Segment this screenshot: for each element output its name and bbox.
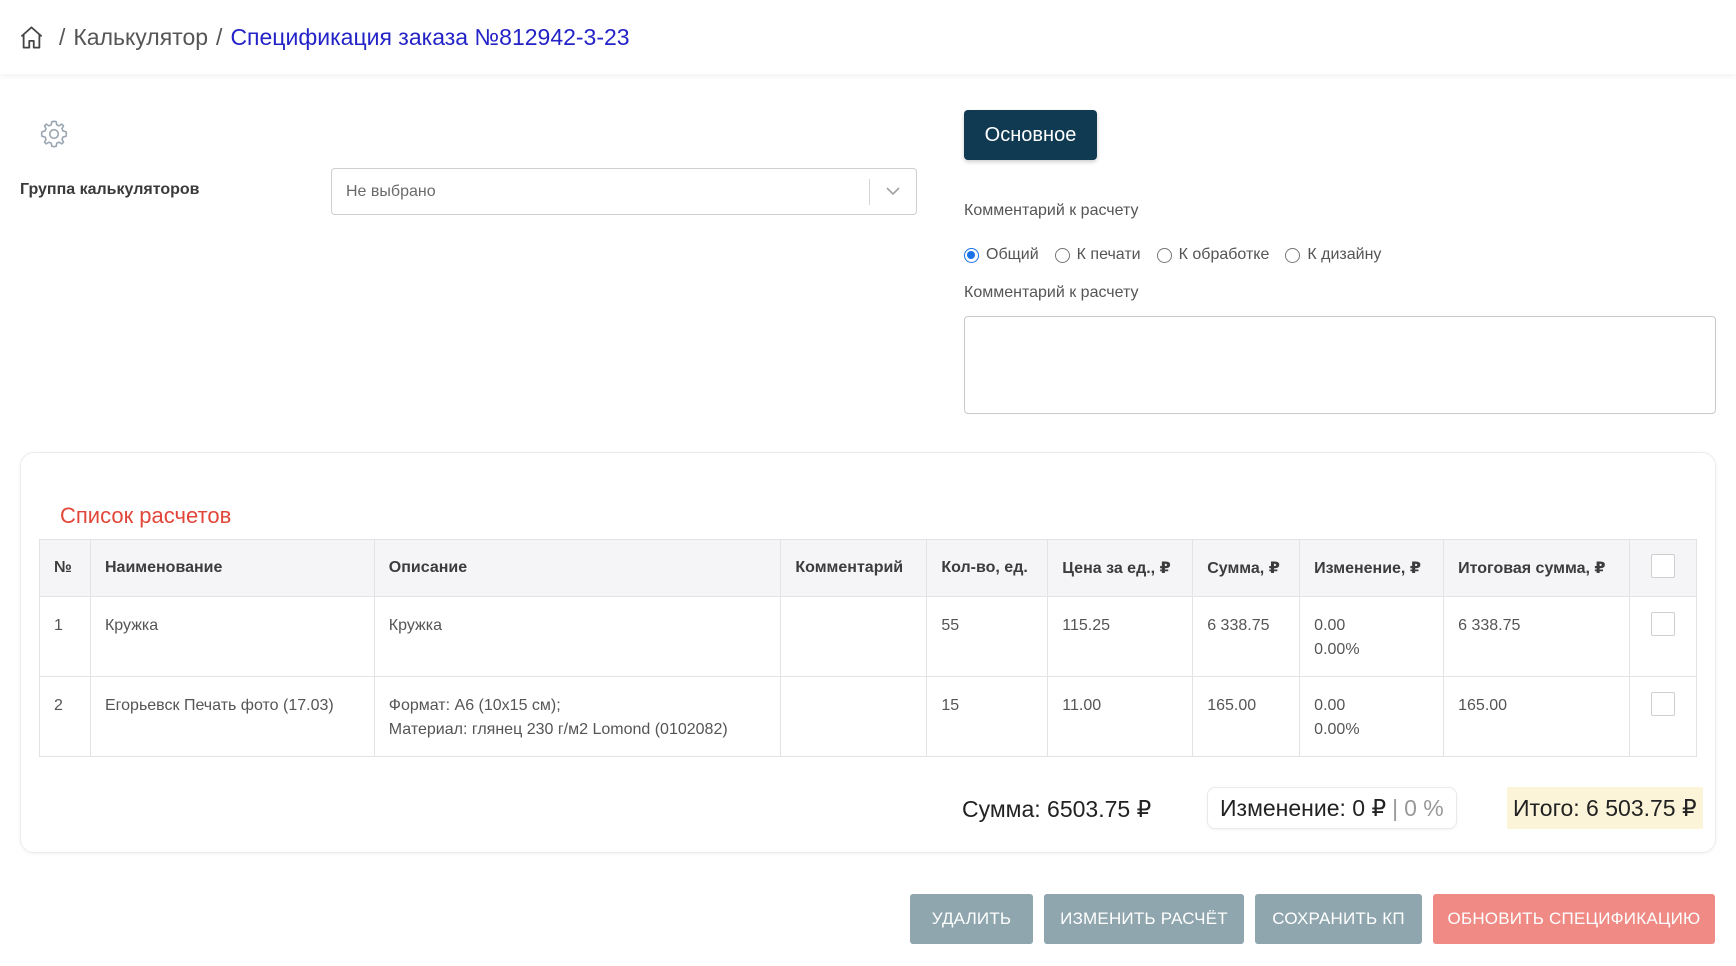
- cell-total: 165.00: [1443, 676, 1630, 757]
- radio-button[interactable]: [1054, 247, 1070, 263]
- cell-number: 2: [39, 676, 91, 757]
- row-checkbox[interactable]: [1651, 612, 1675, 636]
- radio-label: К дизайну: [1307, 246, 1382, 263]
- cell-quantity: 15: [926, 676, 1049, 757]
- radio-design[interactable]: К дизайну: [1285, 246, 1381, 264]
- calc-list-card: Список расчетов № Наименование Описание …: [20, 452, 1716, 853]
- select-divider: [869, 179, 870, 205]
- home-icon[interactable]: [18, 24, 45, 51]
- cell-comment: [780, 596, 928, 677]
- cell-total: 6 338.75: [1443, 596, 1630, 677]
- description-line: Формат: А6 (10x15 см);: [388, 697, 561, 714]
- save-kp-button[interactable]: СОХРАНИТЬ КП: [1255, 894, 1422, 944]
- column-header-comment: Комментарий: [780, 539, 928, 597]
- calculator-group-select[interactable]: Не выбрано: [331, 168, 917, 215]
- cell-select: [1629, 676, 1697, 757]
- column-header-quantity: Кол-во, ед.: [926, 539, 1049, 597]
- comment-section-label: Комментарий к расчету: [964, 202, 1139, 219]
- calc-table: № Наименование Описание Комментарий Кол-…: [39, 539, 1697, 757]
- radio-label: Общий: [986, 246, 1039, 263]
- cell-sum: 6 338.75: [1192, 596, 1301, 677]
- cell-quantity: 55: [926, 596, 1049, 677]
- comment-type-radio-group: Общий К печати К обработке К дизайну: [964, 246, 1397, 264]
- gear-icon[interactable]: [38, 118, 70, 150]
- column-header-sum: Сумма, ₽: [1192, 539, 1301, 597]
- cell-select: [1629, 596, 1697, 677]
- cell-description: Кружка: [373, 596, 782, 677]
- cell-number: 1: [39, 596, 91, 677]
- update-specification-button[interactable]: ОБНОВИТЬ СПЕЦИФИКАЦИЮ: [1433, 894, 1715, 944]
- radio-general[interactable]: Общий: [964, 246, 1039, 264]
- radio-label: К печати: [1076, 246, 1141, 263]
- delete-button[interactable]: УДАЛИТЬ: [910, 894, 1033, 944]
- description-line: Материал: глянец 230 г/м2 Lomond (010208…: [388, 721, 728, 738]
- calculator-group-select-value: Не выбрано: [346, 182, 436, 200]
- summary-change-amount: Изменение: 0 ₽: [1220, 794, 1387, 821]
- chevron-down-icon[interactable]: [884, 182, 902, 200]
- tab-main[interactable]: Основное: [964, 110, 1097, 160]
- column-header-name: Наименование: [89, 539, 375, 597]
- select-all-cell: [1629, 539, 1697, 597]
- select-all-checkbox[interactable]: [1651, 553, 1675, 578]
- change-amount: 0.00: [1314, 617, 1346, 634]
- table-row[interactable]: 2 Егорьевск Печать фото (17.03) Формат: …: [39, 676, 1697, 757]
- radio-button-checked[interactable]: [964, 247, 979, 263]
- cell-change: 0.00 0.00%: [1299, 676, 1445, 757]
- summary-change-separator: |: [1392, 794, 1399, 821]
- table-header-row: № Наименование Описание Комментарий Кол-…: [39, 539, 1697, 597]
- description-line: Кружка: [388, 617, 442, 634]
- breadcrumb-separator: /: [216, 23, 223, 50]
- column-header-change: Изменение, ₽: [1299, 539, 1445, 597]
- column-header-description: Описание: [373, 539, 782, 597]
- column-header-total: Итоговая сумма, ₽: [1443, 539, 1630, 597]
- table-row[interactable]: 1 Кружка Кружка 55 115.25 6 338.75 0.00 …: [39, 596, 1697, 677]
- change-amount: 0.00: [1314, 697, 1346, 714]
- cell-name: Кружка: [89, 596, 375, 677]
- comment-field-label: Комментарий к расчету: [964, 284, 1139, 301]
- summary-total: Итого: 6 503.75 ₽: [1507, 787, 1703, 829]
- summary-sum: Сумма: 6503.75 ₽: [962, 796, 1152, 822]
- page-title: Спецификация заказа №812942-3-23: [230, 23, 630, 50]
- breadcrumb-separator: /: [59, 23, 66, 50]
- cell-comment: [780, 676, 928, 757]
- summary-change: Изменение: 0 ₽ | 0 %: [1207, 787, 1457, 829]
- column-header-unit-price: Цена за ед., ₽: [1047, 539, 1194, 597]
- radio-print[interactable]: К печати: [1054, 246, 1141, 264]
- cell-unit-price: 115.25: [1047, 596, 1194, 677]
- radio-button[interactable]: [1285, 247, 1301, 263]
- column-header-number: №: [39, 539, 91, 597]
- radio-button[interactable]: [1156, 247, 1172, 263]
- row-checkbox[interactable]: [1651, 692, 1675, 716]
- summary-change-percent: 0 %: [1404, 794, 1444, 821]
- edit-calculation-button[interactable]: ИЗМЕНИТЬ РАСЧЁТ: [1044, 894, 1244, 944]
- breadcrumb: / Калькулятор / Спецификация заказа №812…: [0, 0, 1736, 74]
- cell-change: 0.00 0.00%: [1299, 596, 1445, 677]
- change-percent: 0.00%: [1314, 721, 1360, 738]
- cell-name: Егорьевск Печать фото (17.03): [89, 676, 375, 757]
- cell-unit-price: 11.00: [1047, 676, 1194, 757]
- radio-processing[interactable]: К обработке: [1156, 246, 1270, 264]
- cell-description: Формат: А6 (10x15 см); Материал: глянец …: [373, 676, 782, 757]
- comment-textarea[interactable]: [964, 316, 1716, 414]
- calc-list-title: Список расчетов: [60, 503, 232, 528]
- calculator-group-label: Группа калькуляторов: [20, 181, 200, 198]
- radio-label: К обработке: [1178, 246, 1270, 263]
- breadcrumb-calculator[interactable]: Калькулятор: [73, 24, 208, 51]
- cell-sum: 165.00: [1192, 676, 1301, 757]
- change-percent: 0.00%: [1314, 641, 1360, 658]
